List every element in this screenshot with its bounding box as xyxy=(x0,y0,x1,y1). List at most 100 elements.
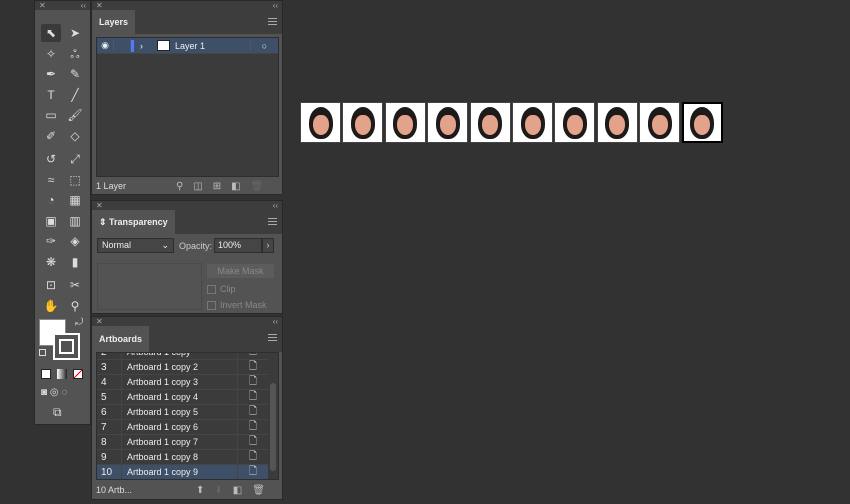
line-tool-icon[interactable]: ╱ xyxy=(65,86,85,104)
stroke-swatch[interactable] xyxy=(53,333,80,360)
panel-menu-icon[interactable] xyxy=(268,18,277,25)
artboard[interactable] xyxy=(554,102,596,143)
artboard[interactable] xyxy=(300,102,341,143)
layer-count: 1 Layer xyxy=(96,181,127,191)
artboard-name[interactable]: Artboard 1 copy 7 xyxy=(122,435,238,449)
artboard[interactable] xyxy=(639,102,681,143)
rectangle-tool-icon[interactable]: ▭ xyxy=(41,106,61,124)
hand-tool-icon[interactable]: ✋ xyxy=(41,297,61,315)
mesh-tool-icon[interactable]: ▣ xyxy=(41,212,61,230)
close-icon[interactable]: ✕ xyxy=(96,317,103,326)
close-icon[interactable]: ✕ xyxy=(96,1,103,10)
new-layer-icon[interactable]: ◧ xyxy=(231,181,240,192)
visibility-eye-icon[interactable]: ◉ xyxy=(97,40,114,51)
opacity-input[interactable]: 100% xyxy=(214,238,262,253)
artboard-name[interactable]: Artboard 1 copy 5 xyxy=(122,405,238,419)
collapse-icon[interactable]: ‹‹ xyxy=(273,317,278,326)
artboard[interactable] xyxy=(384,102,426,143)
pen-tool-icon[interactable]: ✒ xyxy=(41,65,61,83)
paintbrush-tool-icon[interactable]: 🖌 xyxy=(65,106,85,124)
eraser-tool-icon[interactable]: ◇ xyxy=(65,127,85,145)
artboard[interactable] xyxy=(469,102,511,143)
character-face-illustration xyxy=(520,106,545,139)
width-tool-icon[interactable]: ≈ xyxy=(41,171,61,189)
lasso-tool-icon[interactable]: ஃ xyxy=(65,45,85,63)
artboard-name[interactable]: Artboard 1 copy 6 xyxy=(122,420,238,434)
artboard-tool-icon[interactable]: ⊡ xyxy=(41,276,61,294)
scrollbar[interactable] xyxy=(270,383,276,471)
curvature-tool-icon[interactable]: ✎ xyxy=(65,65,85,83)
color-mode-icon[interactable] xyxy=(41,369,51,379)
slice-tool-icon[interactable]: ✂ xyxy=(65,276,85,294)
default-colors-icon[interactable] xyxy=(39,349,46,356)
direct-selection-tool-icon[interactable]: ➤ xyxy=(65,24,85,42)
make-mask-button[interactable]: Make Mask xyxy=(207,264,274,278)
shaper-tool-icon[interactable]: ✐ xyxy=(41,127,61,145)
swap-fill-stroke-icon[interactable]: ⤾ xyxy=(75,317,83,328)
none-mode-icon[interactable] xyxy=(73,369,83,379)
artboard[interactable] xyxy=(681,102,723,143)
gradient-tool-icon[interactable]: ▥ xyxy=(65,212,85,230)
artboards-panel: ✕‹‹ Artboards 2Artboard 1 copy🗋3Artboard… xyxy=(91,316,283,500)
artboard-name[interactable]: Artboard 1 copy xyxy=(122,353,238,359)
blend-tool-icon[interactable]: ◈ xyxy=(65,232,85,250)
layer-row[interactable]: ◉ › Layer 1 ○ xyxy=(97,38,278,54)
free-transform-tool-icon[interactable]: ⬚ xyxy=(65,171,85,189)
selection-tool-icon[interactable]: ⬉ xyxy=(41,24,61,42)
layer-name[interactable]: Layer 1 xyxy=(175,41,250,51)
locate-object-icon[interactable]: ⚲ xyxy=(176,181,183,192)
move-up-icon[interactable]: ⬆ xyxy=(196,485,204,496)
clipping-mask-icon[interactable]: ◫ xyxy=(193,181,202,192)
gradient-mode-icon[interactable] xyxy=(57,369,67,379)
invert-mask-checkbox[interactable]: Invert Mask xyxy=(207,300,267,311)
artboard-name[interactable]: Artboard 1 copy 9 xyxy=(122,465,238,479)
expand-chevron-icon[interactable]: › xyxy=(140,41,152,51)
delete-icon[interactable]: 🗑 xyxy=(252,485,265,496)
collapse-icon[interactable]: ‹‹ xyxy=(81,1,86,10)
perspective-grid-tool-icon[interactable]: ▦ xyxy=(65,191,85,209)
canvas[interactable] xyxy=(290,0,850,504)
magic-wand-tool-icon[interactable]: ✧ xyxy=(41,45,61,63)
opacity-arrow-button[interactable]: › xyxy=(262,238,274,253)
blend-mode-select[interactable]: Normal ⌄ xyxy=(97,238,174,253)
symbol-sprayer-tool-icon[interactable]: ❋ xyxy=(41,253,61,271)
artboard-number: 7 xyxy=(97,420,122,434)
move-down-icon[interactable]: ⬇ xyxy=(214,485,222,496)
new-sublayer-icon[interactable]: ⊞ xyxy=(213,181,221,192)
clip-checkbox[interactable]: Clip xyxy=(207,284,236,295)
artboard-name[interactable]: Artboard 1 copy 4 xyxy=(122,390,238,404)
artboard-options-icon[interactable]: 🗋 xyxy=(238,464,268,480)
new-artboard-icon[interactable]: ◧ xyxy=(233,485,242,496)
target-circle-icon[interactable]: ○ xyxy=(250,40,278,51)
zoom-tool-icon[interactable]: ⚲ xyxy=(65,297,85,315)
artboard-name[interactable]: Artboard 1 copy 3 xyxy=(122,375,238,389)
tab-transparency[interactable]: ⇕ Transparency xyxy=(92,210,175,234)
artboard[interactable] xyxy=(427,102,469,143)
column-graph-tool-icon[interactable]: ▮ xyxy=(65,253,85,271)
collapse-icon[interactable]: ‹‹ xyxy=(273,1,278,10)
artboard[interactable] xyxy=(512,102,553,143)
artboard[interactable] xyxy=(596,102,638,143)
draw-mode-icon[interactable]: ◙ ◎ ◌ xyxy=(41,387,67,398)
artboard[interactable] xyxy=(342,102,384,143)
eyedropper-tool-icon[interactable]: ✑ xyxy=(41,232,61,250)
artboard-name[interactable]: Artboard 1 copy 2 xyxy=(122,360,238,374)
artboard-row[interactable]: 10 Artboard 1 copy 9 🗋 xyxy=(97,464,268,480)
delete-icon[interactable]: 🗑 xyxy=(251,181,264,192)
character-face-illustration xyxy=(605,106,630,139)
close-icon[interactable]: ✕ xyxy=(39,1,46,10)
artboard-name[interactable]: Artboard 1 copy 8 xyxy=(122,450,238,464)
shape-builder-tool-icon[interactable]: ◔ xyxy=(41,191,61,209)
panel-menu-icon[interactable] xyxy=(268,334,277,341)
character-face-illustration xyxy=(435,106,460,139)
character-face-illustration xyxy=(478,106,503,139)
rotate-tool-icon[interactable]: ↺ xyxy=(41,150,61,168)
close-icon[interactable]: ✕ xyxy=(96,201,103,210)
scale-tool-icon[interactable]: ⤢ xyxy=(65,150,85,168)
screen-mode-icon[interactable]: ⧉ xyxy=(53,405,62,420)
panel-menu-icon[interactable] xyxy=(268,218,277,225)
type-tool-icon[interactable]: T xyxy=(41,86,61,104)
tab-layers[interactable]: Layers xyxy=(92,10,136,34)
tab-artboards[interactable]: Artboards xyxy=(92,326,150,352)
collapse-icon[interactable]: ‹‹ xyxy=(273,201,278,210)
